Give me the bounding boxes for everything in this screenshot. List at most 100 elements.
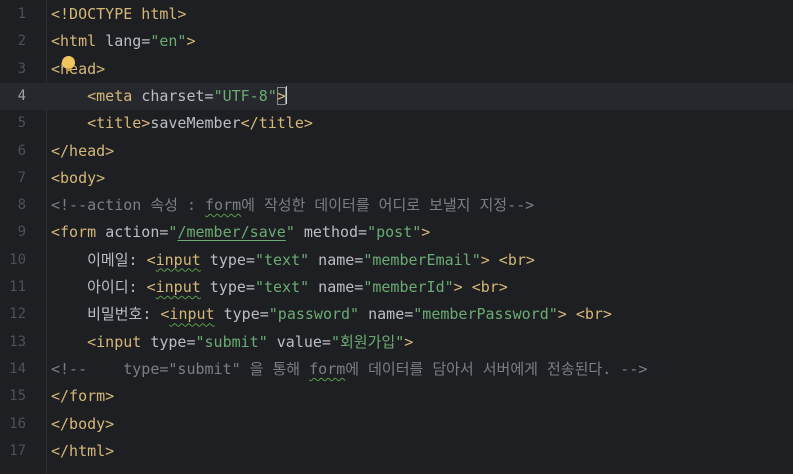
code-token: name= xyxy=(309,278,364,296)
code-token: <input xyxy=(87,332,151,351)
code-line[interactable]: 11 아이디: <input type="text" name="memberI… xyxy=(0,274,793,301)
code-text[interactable]: <!-- type="submit" 을 통해 form에 데이터를 담아서 서… xyxy=(51,356,647,383)
code-token: "text" xyxy=(254,278,310,296)
code-text[interactable]: <meta charset="UTF-8"> xyxy=(51,83,287,110)
code-token: type= xyxy=(214,305,269,324)
code-token: 비밀번호: xyxy=(51,305,161,324)
line-number: 10 xyxy=(9,251,26,268)
code-text[interactable]: 이메일: <input type="text" name="memberEmai… xyxy=(51,247,535,274)
code-line[interactable]: 6 </head> xyxy=(0,138,793,165)
code-token: <meta xyxy=(87,86,142,105)
code-text[interactable]: <title>saveMember</title> xyxy=(51,110,313,137)
code-text[interactable]: <!DOCTYPE html> xyxy=(51,1,186,28)
code-token: "submit" xyxy=(195,332,268,351)
code-token: "memberEmail" xyxy=(363,250,481,269)
code-token: form xyxy=(309,359,346,378)
code-text[interactable]: </head> xyxy=(51,138,114,165)
code-token: "text" xyxy=(254,250,310,269)
code-line[interactable]: 9 <form action="/member/save" method="pos… xyxy=(0,219,793,246)
code-token: type= xyxy=(200,278,255,296)
code-line[interactable]: 4 <meta charset="UTF-8"> xyxy=(0,82,793,111)
line-number: 9 xyxy=(17,224,26,241)
code-token: > xyxy=(186,32,196,51)
code-token: "post" xyxy=(367,223,422,242)
code-token: <html xyxy=(51,32,106,51)
code-line[interactable]: 12 비밀번호: <input type="password" name="me… xyxy=(0,301,793,328)
code-token: <!--action 속성 : xyxy=(51,196,206,215)
code-token: > <br> xyxy=(453,278,508,296)
line-number: 12 xyxy=(9,306,26,323)
line-number: 15 xyxy=(9,388,26,405)
code-token: 이메일: xyxy=(51,250,147,269)
line-number: 16 xyxy=(9,415,26,432)
code-line[interactable]: 2 <html lang="en"> xyxy=(0,28,793,55)
code-token: "memberId" xyxy=(363,278,454,296)
code-line[interactable]: 3 <head> xyxy=(0,56,793,83)
code-token: < xyxy=(146,278,156,296)
lightbulb-icon[interactable] xyxy=(62,56,75,71)
code-token: type= xyxy=(200,250,255,269)
line-number: 2 xyxy=(17,33,26,50)
code-token: name= xyxy=(309,250,364,269)
code-token: name= xyxy=(359,305,414,324)
code-token: </head> xyxy=(51,141,115,160)
code-token: <body> xyxy=(51,168,106,187)
line-number: 17 xyxy=(9,442,26,459)
code-text[interactable]: 비밀번호: <input type="password" name="membe… xyxy=(51,301,612,328)
line-number: 5 xyxy=(17,115,26,132)
code-token: <head> xyxy=(51,59,106,78)
code-token: "password" xyxy=(268,305,360,324)
code-line[interactable]: 17 </html> xyxy=(0,438,793,465)
code-text[interactable]: <body> xyxy=(51,165,105,192)
code-token: saveMember xyxy=(150,114,241,133)
code-text[interactable]: </html> xyxy=(51,438,114,465)
code-line[interactable]: 14 <!-- type="submit" 을 통해 form에 데이터를 담아서… xyxy=(0,356,793,383)
code-line[interactable]: 15 </form> xyxy=(0,383,793,410)
code-token: input xyxy=(155,250,201,269)
code-line[interactable]: 7 <body> xyxy=(0,165,793,192)
code-text[interactable]: <html lang="en"> xyxy=(51,28,196,55)
code-token: > xyxy=(404,332,414,351)
code-token: 에 작성한 데이터를 어디로 보낼지 지정--> xyxy=(241,196,535,215)
code-token: charset= xyxy=(141,86,214,105)
code-text[interactable]: 아이디: <input type="text" name="memberId">… xyxy=(51,274,508,301)
code-token: "회원가입" xyxy=(330,332,405,351)
code-token: </body> xyxy=(51,414,115,433)
code-token: > <br> xyxy=(480,250,535,269)
line-number: 13 xyxy=(9,333,26,350)
code-text[interactable]: <form action="/member/save" method="post… xyxy=(51,219,430,246)
code-text[interactable]: <!--action 속성 : form에 작성한 데이터를 어디로 보낼지 지… xyxy=(51,192,534,219)
code-token: value= xyxy=(267,332,331,351)
code-text[interactable]: <input type="submit" value="회원가입"> xyxy=(51,329,413,356)
code-token: form xyxy=(205,196,242,215)
line-number: 1 xyxy=(17,6,26,22)
code-token: action= xyxy=(105,223,169,242)
code-line[interactable]: 10 이메일: <input type="text" name="memberE… xyxy=(0,247,793,274)
code-token: 아이디: xyxy=(51,278,147,296)
code-token: /member/save xyxy=(177,223,286,242)
code-token: input xyxy=(155,278,201,296)
code-text[interactable]: <head> xyxy=(51,56,105,83)
code-line[interactable]: 16 </body> xyxy=(0,411,793,438)
code-text[interactable]: </form> xyxy=(51,383,114,410)
code-token: > <br> xyxy=(557,305,612,324)
code-token: </html> xyxy=(51,441,115,460)
code-token: input xyxy=(169,305,215,324)
code-token: 에 데이터를 담아서 서버에게 전송된다. --> xyxy=(345,359,648,378)
code-line[interactable]: 13 <input type="submit" value="회원가입"> xyxy=(0,329,793,356)
code-line[interactable]: 1 <!DOCTYPE html> xyxy=(0,1,793,28)
code-token: type= xyxy=(150,332,196,351)
code-token: < xyxy=(146,250,156,269)
code-line[interactable]: 5 <title>saveMember</title> xyxy=(0,110,793,137)
code-token: <title> xyxy=(87,114,151,133)
code-token: <!DOCTYPE html> xyxy=(51,5,187,23)
code-text[interactable]: </body> xyxy=(51,411,114,438)
code-editor[interactable]: 1 <!DOCTYPE html> 2 <html lang="en"> 3 <head>… xyxy=(0,0,793,474)
code-line[interactable]: 8 <!--action 속성 : form에 작성한 데이터를 어디로 보낼지 … xyxy=(0,192,793,219)
code-token: "memberPassword" xyxy=(413,305,558,324)
line-number: 8 xyxy=(17,197,26,214)
line-number: 14 xyxy=(9,360,26,377)
